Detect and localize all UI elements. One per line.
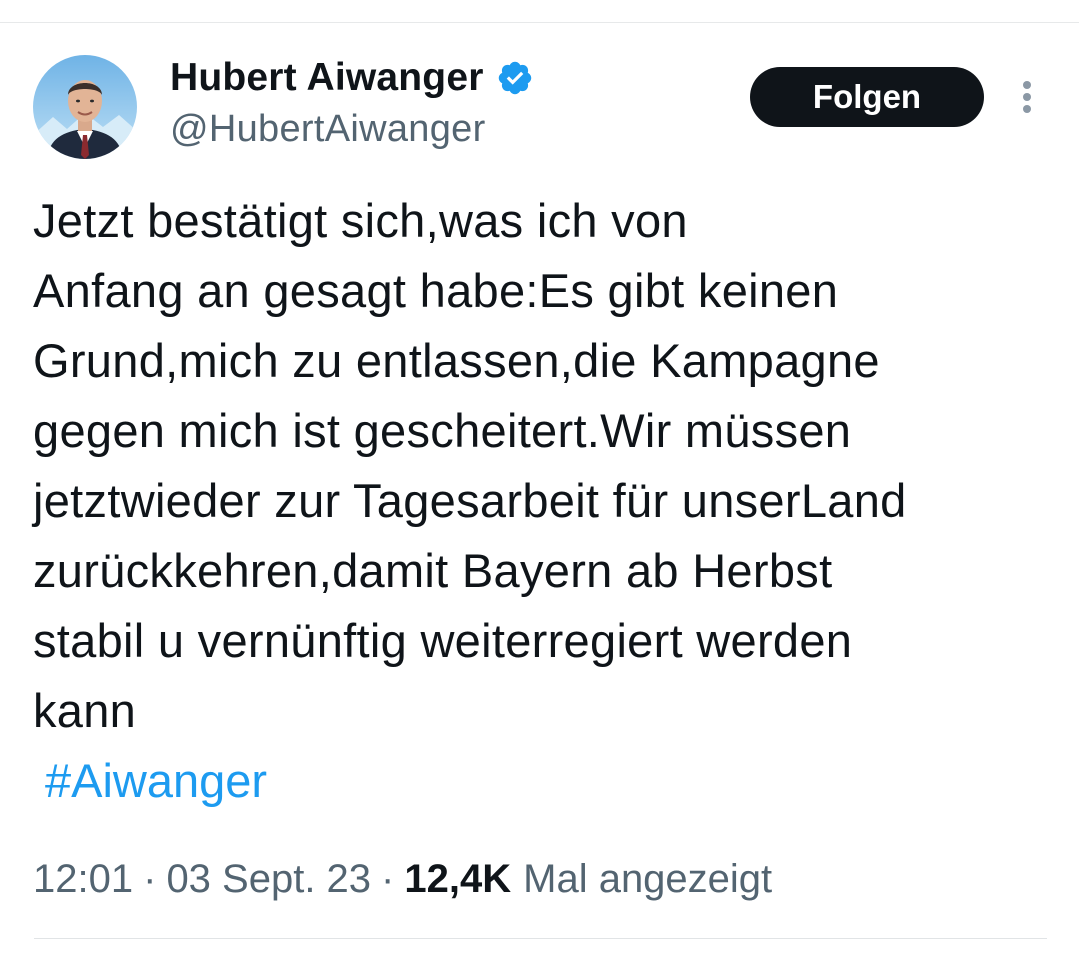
tweet-line: gegen mich ist gescheitert.Wir müssen bbox=[33, 404, 852, 457]
tweet-line: Grund,mich zu entlassen,die Kampagne bbox=[33, 334, 880, 387]
tweet-line: kann bbox=[33, 684, 137, 737]
tweet-date[interactable]: 03 Sept. 23 bbox=[166, 857, 371, 902]
tweet-line: zurückkehren,damit Bayern ab Herbst bbox=[33, 544, 833, 597]
top-divider bbox=[0, 22, 1079, 23]
views-count[interactable]: 12,4K bbox=[404, 857, 511, 902]
tweet-text: Jetzt bestätigt sich,was ich von Anfang … bbox=[33, 186, 1063, 746]
bottom-divider bbox=[34, 938, 1047, 939]
tweet-time[interactable]: 12:01 bbox=[33, 857, 133, 902]
tweet-line: jetztwieder zur Tagesarbeit für unserLan… bbox=[33, 474, 907, 527]
more-vertical-icon[interactable] bbox=[1012, 74, 1042, 120]
tweet-line: Jetzt bestätigt sich,was ich von bbox=[33, 194, 688, 247]
profile-photo-icon bbox=[33, 55, 137, 159]
views-label[interactable]: Mal angezeigt bbox=[523, 857, 772, 902]
author-name[interactable]: Hubert Aiwanger bbox=[170, 56, 484, 100]
tweet-line: Anfang an gesagt habe:Es gibt keinen bbox=[33, 264, 839, 317]
author-name-row: Hubert Aiwanger bbox=[170, 54, 534, 102]
hashtag-link[interactable]: #Aiwanger bbox=[45, 746, 267, 816]
author-handle[interactable]: @HubertAiwanger bbox=[170, 108, 486, 151]
follow-button[interactable]: Folgen bbox=[750, 67, 984, 127]
verified-badge-icon bbox=[496, 59, 534, 97]
meta-separator: · bbox=[381, 856, 395, 901]
tweet-meta: 12:01 · 03 Sept. 23 · 12,4K Mal angezeig… bbox=[33, 852, 772, 906]
avatar[interactable] bbox=[33, 55, 137, 159]
tweet-line: stabil u vernünftig weiterregiert werden bbox=[33, 614, 853, 667]
meta-separator: · bbox=[143, 856, 157, 901]
